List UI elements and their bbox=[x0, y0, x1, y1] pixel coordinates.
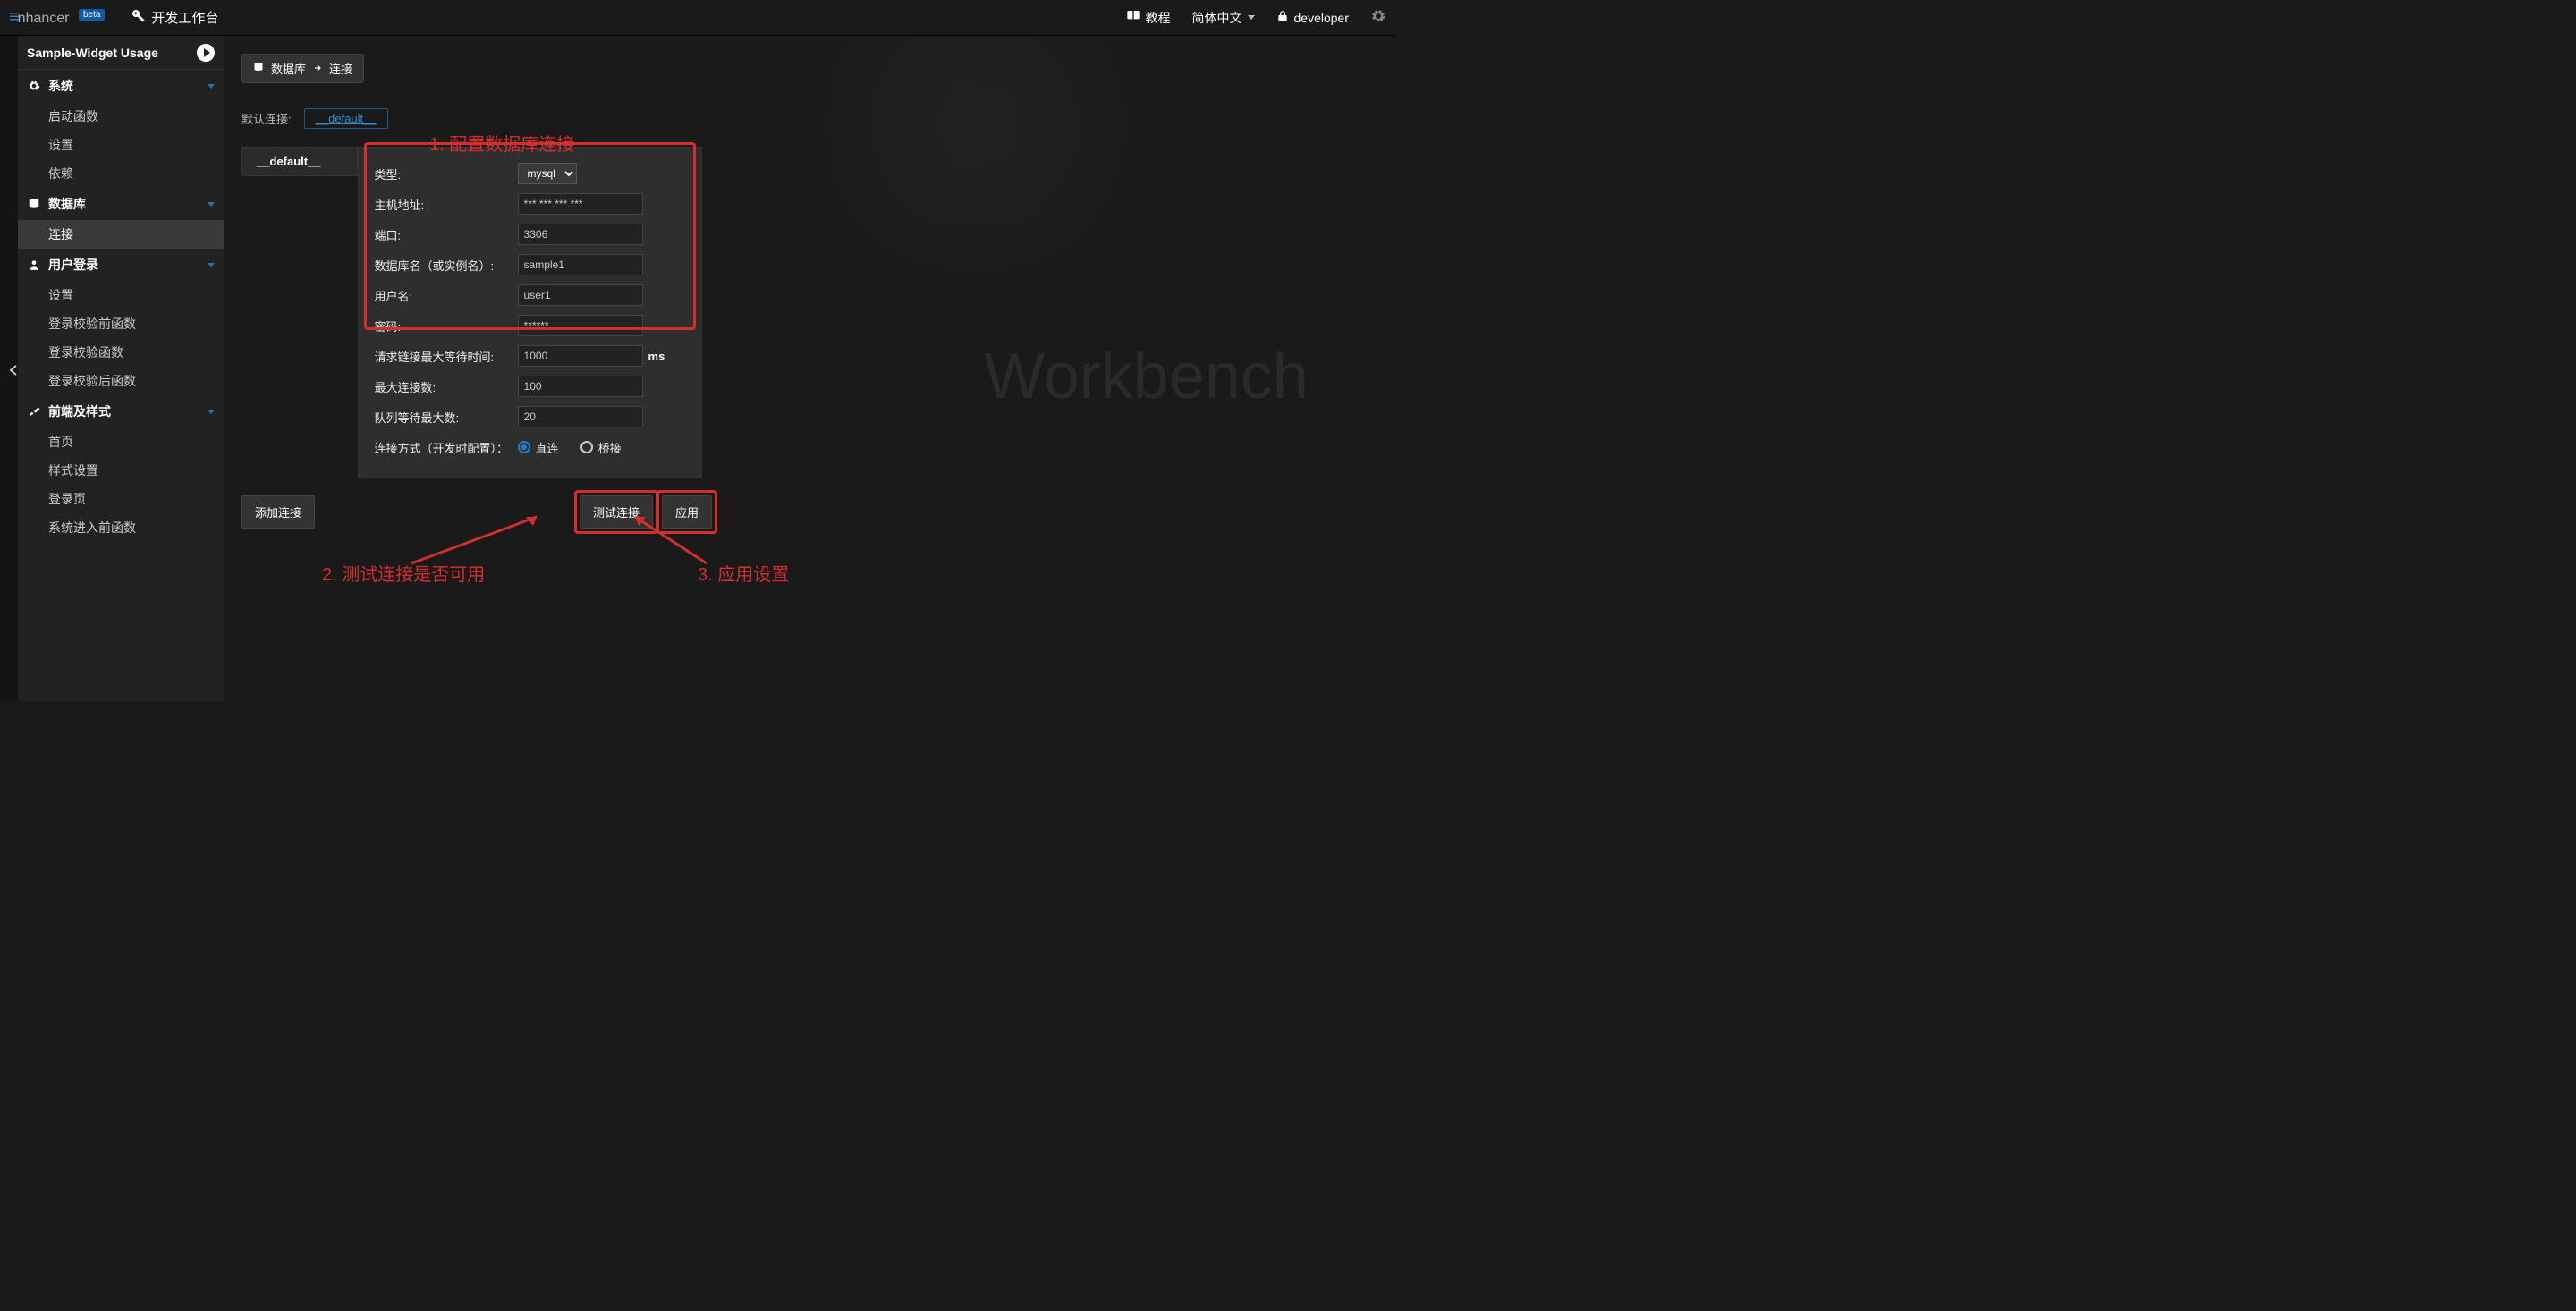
add-connection-button[interactable]: 添加连接 bbox=[242, 495, 315, 529]
label-host: 主机地址: bbox=[375, 196, 518, 213]
annotation-2: 2. 测试连接是否可用 bbox=[322, 560, 485, 586]
label-dbname: 数据库名（或实例名）: bbox=[375, 257, 518, 274]
sidebar-item-deps[interactable]: 依赖 bbox=[18, 159, 224, 188]
label-mode: 连接方式（开发时配置）： bbox=[375, 439, 518, 456]
sidebar-item-loginpage[interactable]: 登录页 bbox=[18, 485, 224, 513]
input-queue[interactable] bbox=[518, 406, 643, 427]
sidebar-item-startup-fn[interactable]: 启动函数 bbox=[18, 102, 224, 131]
caret-down-icon bbox=[208, 410, 215, 414]
radio-direct[interactable]: 直连 bbox=[518, 439, 559, 456]
input-maxconn[interactable] bbox=[518, 376, 643, 397]
brand-text: nhancer bbox=[18, 11, 70, 26]
default-connection-label: 默认连接: bbox=[242, 110, 292, 127]
caret-down-icon bbox=[208, 202, 215, 207]
sidebar: Sample-Widget Usage 系统 启动函数 设置 依赖 数据库 bbox=[18, 36, 224, 701]
settings-button[interactable] bbox=[1370, 8, 1386, 27]
group-system: 系统 启动函数 设置 依赖 bbox=[18, 70, 224, 188]
top-bar: ≡nhancer beta 开发工作台 教程 简体中文 developer bbox=[0, 0, 1395, 36]
language-selector[interactable]: 简体中文 bbox=[1192, 9, 1255, 27]
sidebar-item-login-settings[interactable]: 设置 bbox=[18, 281, 224, 309]
group-frontend-header[interactable]: 前端及样式 bbox=[18, 395, 224, 427]
test-connection-button[interactable]: 测试连接 bbox=[580, 495, 653, 529]
default-connection-selector[interactable]: __default__ bbox=[304, 108, 388, 129]
gear-icon bbox=[1370, 8, 1386, 27]
radio-icon bbox=[580, 441, 593, 453]
main-content: Workbench 数据库 连接 默认连接: __default__ __def… bbox=[224, 36, 1395, 701]
wrench-icon bbox=[131, 9, 146, 27]
caret-down-icon bbox=[1248, 15, 1255, 20]
group-login: 用户登录 设置 登录校验前函数 登录校验函数 登录校验后函数 bbox=[18, 249, 224, 395]
left-rail: 页面管理 数据存储 全局配置 接口 其它 <> bbox=[0, 36, 18, 701]
database-icon bbox=[253, 62, 264, 75]
sidebar-item-sys-before[interactable]: 系统进入前函数 bbox=[18, 513, 224, 542]
book-icon bbox=[1126, 9, 1140, 26]
caret-down-icon bbox=[208, 84, 215, 89]
radio-icon-checked bbox=[518, 441, 530, 453]
annotation-3: 3. 应用设置 bbox=[698, 560, 789, 586]
action-row: 添加连接 测试连接 应用 bbox=[242, 495, 1395, 529]
sidebar-item-login-validate[interactable]: 登录校验函数 bbox=[18, 338, 224, 367]
group-system-header[interactable]: 系统 bbox=[18, 70, 224, 102]
sidebar-item-login-before[interactable]: 登录校验前函数 bbox=[18, 309, 224, 338]
arrow-right-icon bbox=[313, 62, 322, 75]
tutorial-link[interactable]: 教程 bbox=[1126, 9, 1171, 27]
group-login-header[interactable]: 用户登录 bbox=[18, 249, 224, 281]
sidebar-title-row: Sample-Widget Usage bbox=[18, 36, 224, 70]
caret-down-icon bbox=[208, 263, 215, 267]
brush-icon bbox=[27, 404, 41, 419]
apply-button[interactable]: 应用 bbox=[662, 495, 712, 529]
label-type: 类型: bbox=[375, 165, 518, 182]
sidebar-item-style[interactable]: 样式设置 bbox=[18, 456, 224, 485]
input-password[interactable] bbox=[518, 315, 643, 336]
sidebar-item-connection[interactable]: 连接 bbox=[18, 220, 224, 249]
brand: ≡nhancer beta bbox=[9, 7, 105, 28]
label-queue: 队列等待最大数: bbox=[375, 409, 518, 426]
input-type[interactable]: mysql bbox=[518, 163, 577, 184]
top-right: 教程 简体中文 developer bbox=[1126, 8, 1387, 27]
user-icon bbox=[27, 258, 41, 272]
project-title: Sample-Widget Usage bbox=[27, 46, 158, 60]
gear-icon bbox=[27, 79, 41, 93]
label-user: 用户名: bbox=[375, 287, 518, 304]
label-pwd: 密码: bbox=[375, 317, 518, 334]
input-host[interactable] bbox=[518, 193, 643, 215]
group-database: 数据库 连接 bbox=[18, 188, 224, 249]
input-user[interactable] bbox=[518, 284, 643, 306]
input-port[interactable] bbox=[518, 224, 643, 245]
label-maxconn: 最大连接数: bbox=[375, 378, 518, 395]
user-menu[interactable]: developer bbox=[1276, 10, 1350, 25]
lock-icon bbox=[1276, 10, 1289, 25]
sidebar-item-login-after[interactable]: 登录校验后函数 bbox=[18, 367, 224, 395]
input-timeout[interactable] bbox=[518, 345, 643, 367]
sidebar-item-settings[interactable]: 设置 bbox=[18, 131, 224, 159]
input-dbname[interactable] bbox=[518, 254, 643, 275]
group-frontend: 前端及样式 首页 样式设置 登录页 系统进入前函数 bbox=[18, 395, 224, 542]
default-connection-row: 默认连接: __default__ bbox=[242, 108, 1395, 129]
connection-form-panel: 类型: mysql 主机地址: 端口: 数据库名（或实例名）: 用户名: bbox=[358, 147, 702, 478]
label-port: 端口: bbox=[375, 226, 518, 243]
sidebar-item-homepage[interactable]: 首页 bbox=[18, 427, 224, 456]
unit-ms: ms bbox=[648, 350, 665, 363]
connection-tab-default[interactable]: __default__ bbox=[242, 147, 358, 176]
workbench-title[interactable]: 开发工作台 bbox=[131, 8, 218, 27]
database-icon bbox=[27, 197, 41, 211]
run-button[interactable] bbox=[197, 44, 215, 62]
group-database-header[interactable]: 数据库 bbox=[18, 188, 224, 220]
collapse-sidebar-button[interactable] bbox=[9, 359, 18, 381]
breadcrumb: 数据库 连接 bbox=[242, 54, 364, 83]
radio-bridge[interactable]: 桥接 bbox=[580, 439, 622, 456]
label-timeout: 请求链接最大等待时间: bbox=[375, 348, 518, 365]
beta-badge: beta bbox=[79, 9, 105, 21]
